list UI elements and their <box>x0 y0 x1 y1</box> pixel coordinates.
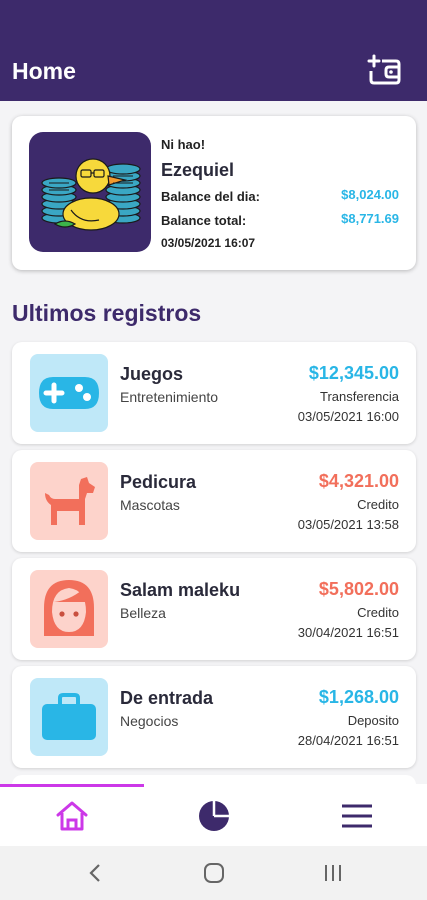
nav-menu[interactable] <box>337 796 377 836</box>
record-date: 28/04/2021 16:51 <box>297 733 399 748</box>
nav-stats[interactable] <box>194 796 234 836</box>
total-balance-value: $8,771.69 <box>341 211 399 226</box>
record-category: Entretenimiento <box>120 389 219 405</box>
section-title: Ultimos registros <box>12 300 202 326</box>
add-wallet-icon <box>367 54 401 85</box>
record-icon-tile <box>30 462 108 540</box>
avatar <box>29 132 151 252</box>
active-tab-indicator <box>0 784 144 787</box>
user-name: Ezequiel <box>161 160 235 180</box>
record-item[interactable]: Pedicura Mascotas $4,321.00 Credito 03/0… <box>12 450 416 552</box>
briefcase-icon <box>42 693 96 740</box>
record-name: Salam maleku <box>120 580 241 600</box>
bottom-navigation <box>0 784 427 846</box>
record-name: Pedicura <box>120 472 197 492</box>
gamepad-icon <box>39 377 99 409</box>
record-category: Mascotas <box>120 497 180 513</box>
record-date: 30/04/2021 16:51 <box>297 625 399 640</box>
profile-card: Ni hao! Ezequiel Balance del dia: $8,024… <box>12 116 416 270</box>
dog-icon <box>45 477 95 525</box>
record-icon-tile <box>30 678 108 756</box>
recents-icon <box>325 865 341 881</box>
record-type: Deposito <box>347 713 399 728</box>
record-name: De entrada <box>120 688 214 708</box>
system-home-button[interactable] <box>199 860 229 886</box>
record-item[interactable]: Salam maleku Belleza $5,802.00 Credito 3… <box>12 558 416 660</box>
daily-balance-label: Balance del dia: <box>161 189 260 204</box>
system-navigation-bar <box>0 846 427 900</box>
add-wallet-button[interactable] <box>366 52 402 88</box>
record-item[interactable]: De entrada Negocios $1,268.00 Deposito 2… <box>12 666 416 768</box>
greeting: Ni hao! <box>161 137 206 152</box>
system-recents-button[interactable] <box>318 860 348 886</box>
menu-icon <box>342 804 372 828</box>
record-amount: $4,321.00 <box>318 471 399 491</box>
record-category: Negocios <box>120 713 179 729</box>
record-amount: $5,802.00 <box>318 579 399 599</box>
nav-home[interactable] <box>52 796 92 836</box>
app-bar: Home <box>0 0 427 101</box>
record-date: 03/05/2021 16:00 <box>297 409 399 424</box>
record-category: Belleza <box>120 605 166 621</box>
record-type: Transferencia <box>320 389 399 404</box>
back-icon <box>89 864 100 882</box>
home-icon <box>56 801 88 831</box>
record-icon-tile <box>30 570 108 648</box>
total-balance-label: Balance total: <box>161 213 247 228</box>
profile-datetime: 03/05/2021 16:07 <box>161 236 256 250</box>
page-title: Home <box>12 58 76 84</box>
daily-balance-value: $8,024.00 <box>341 187 399 202</box>
home-circle-icon <box>204 863 224 883</box>
record-item[interactable]: Juegos Entretenimiento $12,345.00 Transf… <box>12 342 416 444</box>
record-date: 03/05/2021 13:58 <box>297 517 399 532</box>
duck-avatar-icon <box>41 158 141 231</box>
system-back-button[interactable] <box>80 860 110 886</box>
record-icon-tile <box>30 354 108 432</box>
record-amount: $12,345.00 <box>308 363 399 383</box>
record-amount: $1,268.00 <box>318 687 399 707</box>
pie-chart-icon <box>199 801 229 831</box>
face-icon <box>44 580 94 636</box>
record-name: Juegos <box>120 364 184 384</box>
record-type: Credito <box>357 605 399 620</box>
record-type: Credito <box>357 497 399 512</box>
